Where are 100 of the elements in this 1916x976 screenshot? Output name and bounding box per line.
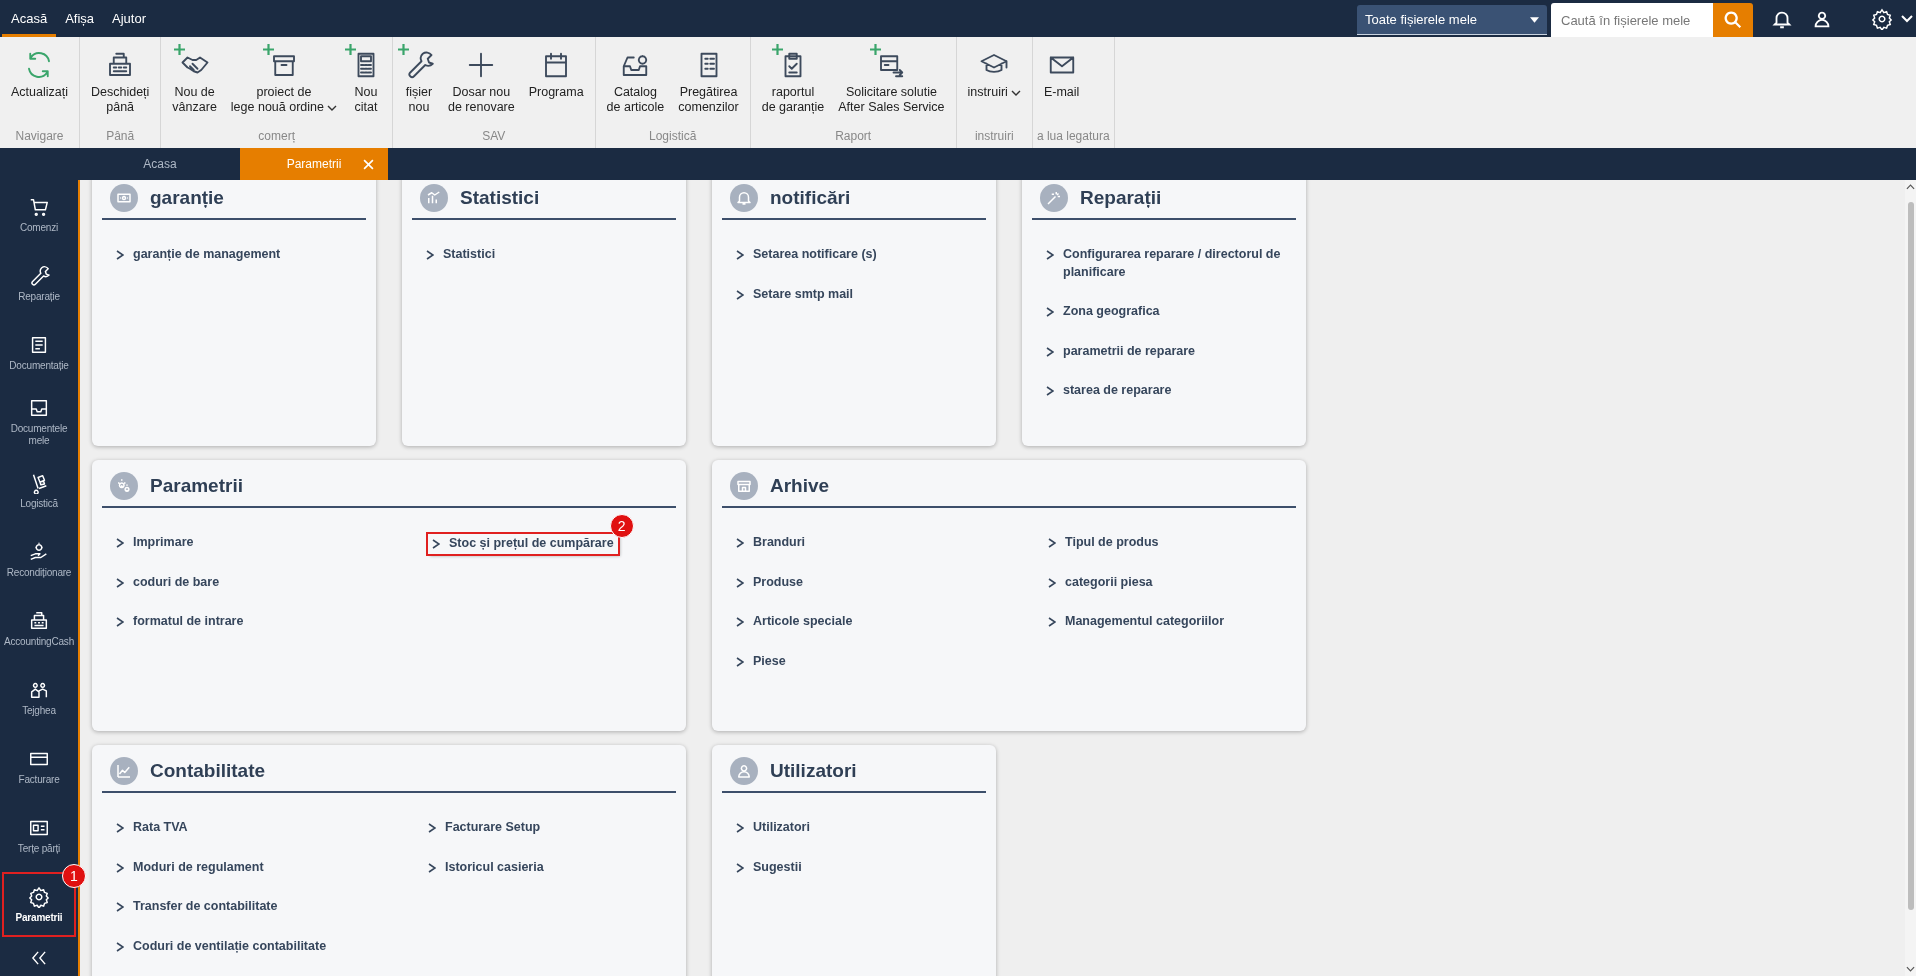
ribbon-button[interactable]: fișier nou [397,41,441,116]
settings-link[interactable]: starea de reparare [1046,382,1172,400]
chevron-right-icon [116,823,124,833]
settings-link[interactable]: Facturare Setup [428,819,541,837]
settings-link[interactable]: Istoricul casieria [428,858,544,876]
settings-link[interactable]: coduri de bare [116,573,220,591]
ribbon-button[interactable]: raportul de garanție [754,41,832,116]
chevron-right-icon [1046,346,1054,357]
sidebar-item[interactable]: Comenzi [0,180,78,249]
ribbon-button[interactable]: Actualizați [4,41,75,101]
ribbon-button[interactable]: instruiri [960,41,1028,101]
ribbon-button[interactable]: Pregătirea comenzilor [671,41,746,116]
group-label: SAV [481,129,507,145]
settings-link[interactable]: Coduri de ventilație contabilitate [116,937,327,955]
group-label: Logistică [647,129,698,145]
settings-link[interactable]: Utilizatori [736,819,810,837]
settings-link[interactable]: formatul de intrare [116,613,244,631]
group-label: Raport [834,129,873,145]
menu-tab[interactable]: Ajutor [103,0,155,37]
chevron-right-icon [1046,307,1054,317]
sidebar-item[interactable]: Reparație [0,249,78,318]
double-chevron-left-icon [30,950,48,965]
settings-link[interactable]: Articole speciale [736,613,853,631]
chevron-right-icon [1046,250,1054,260]
ribbon-button[interactable]: Programa [521,41,591,101]
settings-link[interactable]: garanție de management [116,246,281,264]
settings-link[interactable]: Rata TVA [116,819,188,837]
sidebar-item[interactable]: Facturare [0,732,78,801]
scrollbar[interactable] [1905,180,1916,976]
ribbon-button[interactable]: Nou de vânzare [165,41,224,116]
sidebar-item[interactable]: Tejghea [0,663,78,732]
sidebar-item[interactable]: AccountingCash [0,594,78,663]
card-title: Parametrii [150,475,243,497]
magic-wand-icon [1040,184,1068,212]
sidebar-item[interactable]: Documentele mele [0,387,78,456]
chevron-right-icon [116,941,124,952]
sidebar-item[interactable]: Recondiționare [0,525,78,594]
settings-link[interactable]: Setare smtp mail [736,285,854,303]
settings-link[interactable]: Setarea notificare (s) [736,246,877,264]
settings-link[interactable]: Produse [736,573,803,591]
scope-select[interactable]: Toate fișierele mele [1357,5,1547,35]
chevron-right-icon [736,656,744,667]
ribbon-button[interactable]: proiect de lege nouă ordine [223,41,344,116]
ribbon-button[interactable]: Nou citat [344,41,388,116]
settings-icon[interactable] [1871,7,1893,30]
sidebar-item[interactable]: Documentație [0,318,78,387]
settings-link[interactable]: Branduri [736,534,806,552]
settings-link[interactable]: parametrii de reparare [1046,342,1195,360]
chevron-right-icon [736,823,744,833]
banknote-icon [110,184,138,212]
ribbon-button[interactable]: Dosar nou de renovare [441,41,522,116]
settings-link[interactable]: Statistici [426,246,496,264]
search-button[interactable] [1713,2,1753,38]
sidebar-item[interactable]: Logistică [0,456,78,525]
card-title: Reparații [1080,187,1162,209]
ribbon-button[interactable]: Solicitare solutie After Sales Service [831,41,952,116]
cash-register-icon [28,609,50,632]
card-title: garanție [150,187,224,209]
chevron-right-icon [736,250,744,260]
chevron-right-icon [116,902,124,912]
settings-link[interactable]: Transfer de contabilitate [116,898,278,916]
scroll-up-icon[interactable] [1906,184,1915,190]
document-tab[interactable]: Acasa [80,148,240,180]
gear-icon [28,885,50,908]
settings-link[interactable]: Sugestii [736,858,802,876]
chevron-right-icon [432,539,440,549]
chevron-right-icon [736,538,744,548]
group-label: comerț [257,129,296,145]
ribbon-button[interactable]: Catalog de articole [599,41,672,116]
ribbon-button[interactable]: E-mail [1036,41,1087,101]
settings-link[interactable]: Moduri de regulament [116,858,264,876]
callout-badge: 1 [62,864,86,888]
settings-link[interactable]: Imprimare [116,534,194,552]
chevron-down-icon[interactable] [1901,14,1913,23]
wrench-icon [28,264,50,287]
line-chart-icon [110,757,138,785]
ribbon-button[interactable]: Deschideți până [84,41,157,116]
chevron-right-icon [1048,538,1056,548]
settings-link[interactable]: Piese [736,652,786,670]
bell-icon [730,184,758,212]
menu-tab[interactable]: Afișa [56,0,104,37]
group-label: Navigare [14,129,65,145]
card-title: Contabilitate [150,760,266,782]
chevron-right-icon [736,862,744,873]
search-field[interactable]: Caută în fișierele mele [1551,2,1713,38]
group-label: Până [105,129,136,145]
chevron-right-icon [1048,577,1056,588]
callout-badge: 2 [609,514,634,538]
settings-link[interactable]: Zona geografica [1046,303,1160,321]
chevron-right-icon [1046,386,1054,396]
bar-chart-icon [420,184,448,212]
settings-link[interactable]: Managementul categoriilor [1048,613,1225,631]
gears-icon [110,472,138,500]
settings-link[interactable]: categorii piesa [1048,573,1153,591]
scroll-down-icon[interactable] [1906,966,1915,972]
card-title: Utilizatori [770,760,857,782]
close-icon[interactable] [363,158,374,170]
settings-link[interactable]: Tipul de produs [1048,534,1159,552]
chevron-right-icon [116,538,124,548]
settings-link[interactable]: Configurarea reparare / directorul de planificare [1046,246,1286,281]
